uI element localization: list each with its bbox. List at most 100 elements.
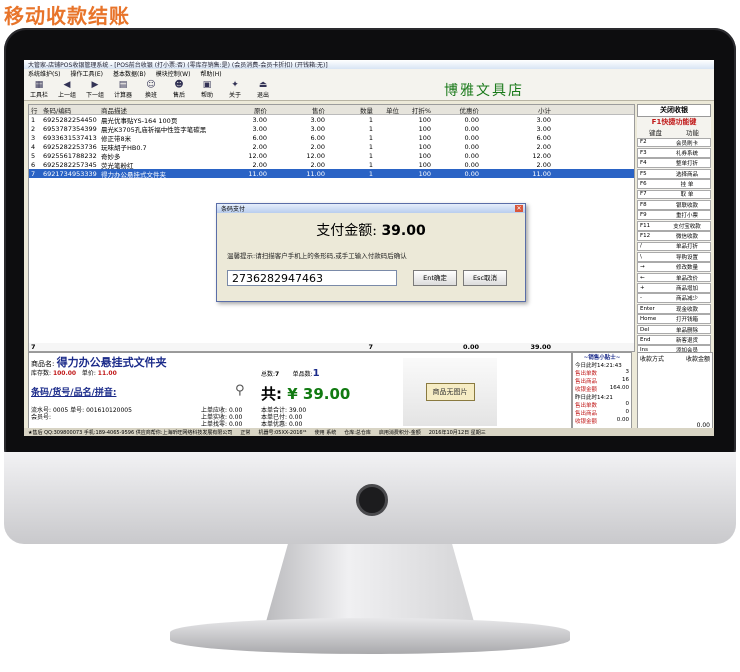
shift-change-icon: ☺ xyxy=(146,79,156,90)
shortcut-key-button[interactable]: F6 挂 单 xyxy=(637,179,711,189)
col-header: 商品描述 xyxy=(101,106,127,115)
table-cell: 3 xyxy=(31,133,36,142)
table-header: 行 条码/编码 商品描述 原价 售价 数量 单位 打折% 优惠价 小计 xyxy=(29,105,634,115)
shortcut-key-button[interactable]: End 新客退货 xyxy=(637,335,711,345)
table-cell: 3.00 xyxy=(310,124,325,133)
table-cell: 0.00 xyxy=(464,133,479,142)
shortcut-key-button[interactable]: F8 银联收款 xyxy=(637,199,711,210)
store-name: 博雅文具店 xyxy=(444,83,524,99)
toolbar-button-shift[interactable]: ☺ 换班 xyxy=(140,80,162,99)
table-cell: 7 xyxy=(31,169,36,178)
close-icon[interactable]: ✕ xyxy=(515,205,523,212)
barcode-payment-dialog: 条码支付 ✕ 支付金额: 39.00 温馨提示:请扫描客户手机上的条形码,或手工… xyxy=(216,203,526,302)
status-bar: ★售后 QQ:309800073 手机:189-4065-9596 供应商帮你:… xyxy=(24,428,714,436)
shortcut-key-button[interactable]: F9 重打小票 xyxy=(637,210,711,221)
toolbar-button-after-sales[interactable]: ☻ 售后 xyxy=(168,80,190,99)
after-sales-icon: ☻ xyxy=(174,79,184,90)
calculator-icon: ▤ xyxy=(118,79,128,90)
close-cashier-button[interactable]: 关闭收银 xyxy=(637,104,711,117)
shortcut-key-button[interactable]: ← 单品改价 xyxy=(637,272,711,283)
table-cell: 100 xyxy=(418,169,431,178)
table-cell: 11.00 xyxy=(248,169,267,178)
table-cell: 3.00 xyxy=(536,115,551,124)
menu-system[interactable]: 系统维护(S) xyxy=(28,69,61,78)
toolbar-button-about[interactable]: ✦ 关于 xyxy=(224,80,246,99)
table-totals-row: 7 7 0.00 39.00 xyxy=(29,343,634,351)
table-cell: 6953787354399 xyxy=(43,124,97,133)
table-cell: 12.00 xyxy=(532,151,551,160)
table-cell: 6925282253736 xyxy=(43,142,97,151)
shortcut-key-button[interactable]: / 单品打折 xyxy=(637,241,711,252)
col-header: 单位 xyxy=(386,106,399,115)
grand-total: 共: ¥ 39.00 xyxy=(261,385,351,403)
table-cell: 6 xyxy=(31,160,36,169)
table-cell: 3.00 xyxy=(536,124,551,133)
toolbar-button-toolbox[interactable]: ▦ 工具栏 xyxy=(28,80,50,99)
shortcut-key-button[interactable]: Del 单品删除 xyxy=(637,324,711,335)
shortcut-key-button[interactable]: F3 礼券系统 xyxy=(637,147,711,158)
product-image-placeholder: 商品无图片 xyxy=(403,358,497,426)
about-icon: ✦ xyxy=(231,79,239,90)
table-cell: 100 xyxy=(418,115,431,124)
menu-basic-data[interactable]: 基本数据(B) xyxy=(113,69,146,78)
menu-tools[interactable]: 操作工具(E) xyxy=(71,69,103,78)
barcode-search-label[interactable]: 条码/货号/品名/拼音: xyxy=(31,385,116,398)
shortcut-key-button[interactable]: + 商品增加 xyxy=(637,283,711,293)
shortcut-key-button[interactable]: F12 微信收款 xyxy=(637,231,711,241)
toolbar-button-next-group[interactable]: ▶ 下一组 xyxy=(84,80,106,99)
shortcut-list: F2 会员刷卡 F3 礼券系统 F4 整单打折 F5 选择商品 F6 挂 单 F7 取 单 F8 银联收款… xyxy=(637,137,711,376)
cancel-button[interactable]: Esc取消 xyxy=(463,270,507,286)
current-order-info: 本单合计: 39.00 本单已付: 0.00 本单优惠: 0.00 xyxy=(261,407,307,428)
toolbar-button-prev-group[interactable]: ◀ 上一组 xyxy=(56,80,78,99)
table-cell: 1 xyxy=(31,115,36,124)
menu-module[interactable]: 模块控制(W) xyxy=(156,69,191,78)
search-icon[interactable]: ⚲ xyxy=(235,383,245,398)
shortcut-key-button[interactable]: - 商品减少 xyxy=(637,293,711,304)
shortcut-key-button[interactable]: Home 打开钱箱 xyxy=(637,314,711,325)
arrow-left-icon: ◀ xyxy=(63,79,71,90)
table-cell: 0.00 xyxy=(464,124,479,133)
window-titlebar: 大管家-店铺POS收银管理系统 - [POS前台收银 (打小票:否) (零库存销… xyxy=(24,60,714,69)
toolbar-button-help[interactable]: ▣ 帮助 xyxy=(196,80,218,99)
table-cell: 1 xyxy=(368,115,373,124)
table-cell: 6921734953339 xyxy=(43,169,97,178)
no-image-label: 商品无图片 xyxy=(425,383,475,401)
shortcut-key-button[interactable]: F11 支付宝收款 xyxy=(637,220,711,231)
shortcut-key-button[interactable]: → 修改数量 xyxy=(637,262,711,273)
table-cell: 5 xyxy=(31,151,36,160)
table-cell: 100 xyxy=(418,160,431,169)
table-cell: 2.00 xyxy=(310,160,325,169)
payment-code-input[interactable]: 2736282947463 xyxy=(227,270,397,286)
last-order-info: 上单应收: 0.00 上单实收: 0.00 上单找零: 0.00 xyxy=(201,407,243,428)
table-cell: 12.00 xyxy=(248,151,267,160)
help-icon: ▣ xyxy=(202,79,212,90)
col-header: 小计 xyxy=(538,106,551,115)
toolbar-button-calculator[interactable]: ▤ 计算器 xyxy=(112,80,134,99)
serial-info: 流水号: 0005 单号: 001610120005 会员号: xyxy=(31,407,132,421)
table-cell: 0.00 xyxy=(464,115,479,124)
table-cell: 6.00 xyxy=(310,133,325,142)
confirm-button[interactable]: Ent确定 xyxy=(413,270,457,286)
table-cell: 1 xyxy=(368,169,373,178)
table-cell: 得力办公悬挂式文件夹 xyxy=(101,170,166,179)
shortcut-key-button[interactable]: F2 会员刷卡 xyxy=(637,137,711,148)
payment-info-panel: 收款方式 收款金额 0.00 xyxy=(637,352,713,432)
shortcut-key-button[interactable]: \ 导购设置 xyxy=(637,251,711,262)
table-cell: 6.00 xyxy=(536,133,551,142)
toolbar-button-exit[interactable]: ⏏ 退出 xyxy=(252,80,274,99)
table-cell: 2.00 xyxy=(310,142,325,151)
table-cell: 2.00 xyxy=(252,142,267,151)
table-cell: 100 xyxy=(418,124,431,133)
payment-amount: 支付金额: 39.00 xyxy=(316,223,426,239)
table-cell: 6.00 xyxy=(252,133,267,142)
shortcut-key-button[interactable]: F4 整单打折 xyxy=(637,158,711,169)
menu-help[interactable]: 帮助(H) xyxy=(200,69,221,78)
payment-hint: 温馨提示:请扫描客户手机上的条形码,或手工输入付款码后确认 xyxy=(227,252,407,260)
shortcut-key-button[interactable]: F5 选择商品 xyxy=(637,168,711,179)
toolbar: ▦ 工具栏 ◀ 上一组 ▶ 下一组 ▤ 计算器 ☺ 换班 ☻ 售后 ▣ 帮助 ✦ 关于 ⏏ 退出 … xyxy=(24,78,714,101)
table-row[interactable]: 7 6921734953339 得力办公悬挂式文件夹 11.00 11.00 1 100 0.… xyxy=(29,169,634,179)
shortcut-key-button[interactable]: Enter 现金收款 xyxy=(637,303,711,314)
dialog-titlebar: 条码支付 ✕ xyxy=(217,204,525,213)
table-cell: 0.00 xyxy=(464,160,479,169)
shortcut-key-button[interactable]: F7 取 单 xyxy=(637,189,711,200)
